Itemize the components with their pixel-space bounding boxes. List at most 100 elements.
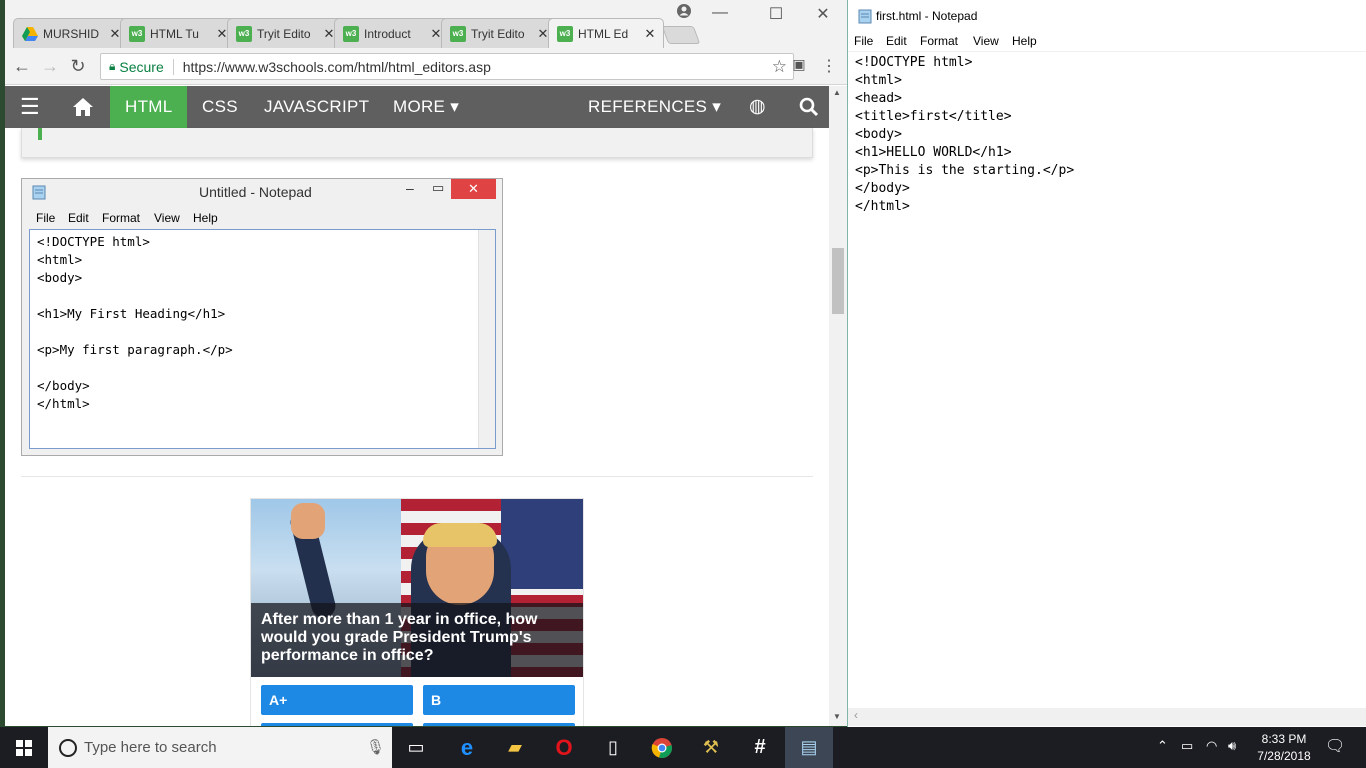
- cortana-circle-icon: [58, 738, 78, 762]
- slack-icon[interactable]: #: [736, 727, 784, 768]
- scroll-up-arrow-icon[interactable]: ▲: [833, 88, 841, 97]
- hamburger-menu-icon[interactable]: ☰: [5, 86, 55, 128]
- menu-format: Format: [102, 211, 141, 225]
- globe-icon[interactable]: ◍: [734, 86, 781, 128]
- chrome-icon[interactable]: [638, 727, 686, 768]
- clock-date[interactable]: 7/28/2018: [1254, 749, 1314, 763]
- example-box: [21, 128, 813, 158]
- w3-icon: w3: [450, 25, 466, 42]
- menu-kebab-icon[interactable]: ⋮: [818, 56, 840, 76]
- w3-icon: w3: [236, 25, 252, 42]
- menu-help: Help: [193, 211, 218, 225]
- battery-icon[interactable]: ▭: [1181, 738, 1193, 754]
- browser-tab-3[interactable]: w3 Tryit Edito ✕: [227, 18, 343, 48]
- taskbar-search-box[interactable]: Type here to search 🎙︎: [48, 727, 392, 768]
- secure-label: Secure: [119, 58, 164, 75]
- menu-view: View: [154, 211, 180, 225]
- address-bar[interactable]: 🔒︎ Secure https://www.w3schools.com/html…: [100, 53, 794, 80]
- poll-option-row-2-right[interactable]: [423, 723, 575, 726]
- lock-icon: 🔒︎: [109, 59, 116, 73]
- home-icon[interactable]: [57, 86, 109, 128]
- browser-tab-5[interactable]: w3 Tryit Edito ✕: [441, 18, 557, 48]
- tab-label: HTML Ed: [578, 26, 629, 41]
- page-scrollbar[interactable]: ▲ ▼: [829, 86, 847, 726]
- nav-html[interactable]: HTML: [110, 86, 188, 128]
- maximize-icon[interactable]: ☐: [764, 4, 788, 24]
- w3-icon: w3: [557, 25, 573, 42]
- tab-label: HTML Tu: [150, 26, 199, 41]
- new-tab-button[interactable]: [661, 26, 701, 44]
- back-arrow-icon[interactable]: ←: [11, 56, 33, 77]
- minimize-icon[interactable]: —: [708, 4, 732, 22]
- menu-edit[interactable]: Edit: [886, 34, 907, 48]
- menu-format[interactable]: Format: [920, 34, 958, 48]
- file-explorer-icon[interactable]: ▰: [491, 727, 539, 768]
- wifi-icon[interactable]: ◠: [1206, 738, 1217, 754]
- notifications-icon[interactable]: 🗨︎: [1325, 736, 1345, 756]
- scrollbar-thumb[interactable]: [832, 248, 844, 314]
- notepad-icon: [32, 184, 46, 203]
- clock-time[interactable]: 8:33 PM: [1256, 732, 1312, 746]
- notepad-h-scrollbar[interactable]: ‹: [848, 708, 1366, 726]
- notepad-titlebar: first.html - Notepad: [848, 0, 1366, 30]
- tools-icon[interactable]: ⚒: [687, 727, 735, 768]
- tab-label: Tryit Edito: [257, 26, 311, 41]
- edge-icon[interactable]: e: [443, 727, 491, 768]
- notepad-title: first.html - Notepad: [876, 9, 978, 23]
- embedded-notepad-textarea: <!DOCTYPE html> <html> <body> <h1>My Fir…: [29, 229, 496, 449]
- w3-navbar: ☰ HTML CSS JAVASCRIPT MORE ▾ REFERENCES …: [5, 86, 829, 128]
- forward-arrow-icon[interactable]: →: [39, 56, 61, 77]
- w3-icon: w3: [129, 25, 145, 42]
- bookmark-star-icon[interactable]: ☆: [772, 57, 787, 77]
- notepad-text-area[interactable]: <!DOCTYPE html> <html> <head> <title>fir…: [855, 54, 1074, 216]
- nav-references[interactable]: REFERENCES ▾: [573, 86, 736, 128]
- browser-tab-6[interactable]: w3 HTML Ed ✕: [548, 18, 664, 48]
- tab-label: MURSHID: [43, 26, 99, 41]
- menu-help[interactable]: Help: [1012, 34, 1037, 48]
- reload-icon[interactable]: ↻: [67, 56, 89, 77]
- tab-strip: MURSHID ✕ w3 HTML Tu ✕ w3 Tryit Edito ✕ …: [5, 0, 847, 50]
- extension-icon[interactable]: ▣: [788, 56, 810, 73]
- menu-file: File: [36, 211, 56, 225]
- scroll-left-arrow-icon[interactable]: ‹: [854, 708, 858, 722]
- notepad-window: first.html - Notepad File Edit Format Vi…: [847, 0, 1366, 727]
- nav-javascript[interactable]: JAVASCRIPT: [249, 86, 384, 128]
- notepad-taskbar-icon[interactable]: ▤: [785, 727, 833, 768]
- scroll-down-arrow-icon[interactable]: ▼: [833, 712, 841, 721]
- poll-ad: After more than 1 year in office, how wo…: [250, 498, 584, 726]
- w3-icon: w3: [343, 25, 359, 42]
- fist-graphic: [291, 503, 325, 539]
- taskbar: Type here to search 🎙︎ ▭ e ▰ O ▯ ⚒ # ▤ ⌃…: [0, 727, 1366, 768]
- poll-option-a-plus[interactable]: A+: [261, 685, 413, 715]
- task-view-icon[interactable]: ▭: [392, 727, 440, 768]
- browser-tab-1[interactable]: MURSHID ✕: [13, 18, 129, 48]
- tray-chevron-icon[interactable]: ⌃: [1157, 738, 1168, 754]
- microphone-icon[interactable]: 🎙︎: [366, 738, 385, 756]
- document-icon[interactable]: ▯: [589, 727, 637, 768]
- windows-start-icon[interactable]: [0, 727, 48, 768]
- web-page: ☰ HTML CSS JAVASCRIPT MORE ▾ REFERENCES …: [5, 86, 829, 726]
- notepad-icon: [858, 8, 872, 27]
- opera-icon[interactable]: O: [540, 727, 588, 768]
- menu-view[interactable]: View: [973, 34, 999, 48]
- browser-tab-4[interactable]: w3 Introduct ✕: [334, 18, 450, 48]
- omnibox-divider: [172, 58, 174, 75]
- browser-tab-2[interactable]: w3 HTML Tu ✕: [120, 18, 236, 48]
- ad-image: After more than 1 year in office, how wo…: [251, 499, 583, 677]
- volume-icon[interactable]: 🔊︎: [1228, 738, 1236, 754]
- nav-css[interactable]: CSS: [187, 86, 253, 128]
- menu-file[interactable]: File: [854, 34, 873, 48]
- poll-option-b[interactable]: B: [423, 685, 575, 715]
- close-tab-icon[interactable]: ✕: [643, 26, 657, 42]
- poll-option-row-2-left[interactable]: [261, 723, 413, 726]
- url-text[interactable]: https://www.w3schools.com/html/html_edit…: [183, 59, 772, 75]
- search-icon[interactable]: [784, 86, 829, 128]
- maximize-icon: ▭: [432, 180, 445, 195]
- chrome-window: MURSHID ✕ w3 HTML Tu ✕ w3 Tryit Edito ✕ …: [5, 0, 847, 726]
- profile-icon[interactable]: [672, 4, 696, 23]
- nav-more[interactable]: MORE ▾: [378, 86, 474, 128]
- example-accent-bar: [38, 128, 42, 140]
- search-placeholder: Type here to search: [84, 739, 217, 756]
- notepad-menu-bar: File Edit Format View Help: [848, 30, 1366, 52]
- close-window-icon[interactable]: ✕: [811, 4, 835, 24]
